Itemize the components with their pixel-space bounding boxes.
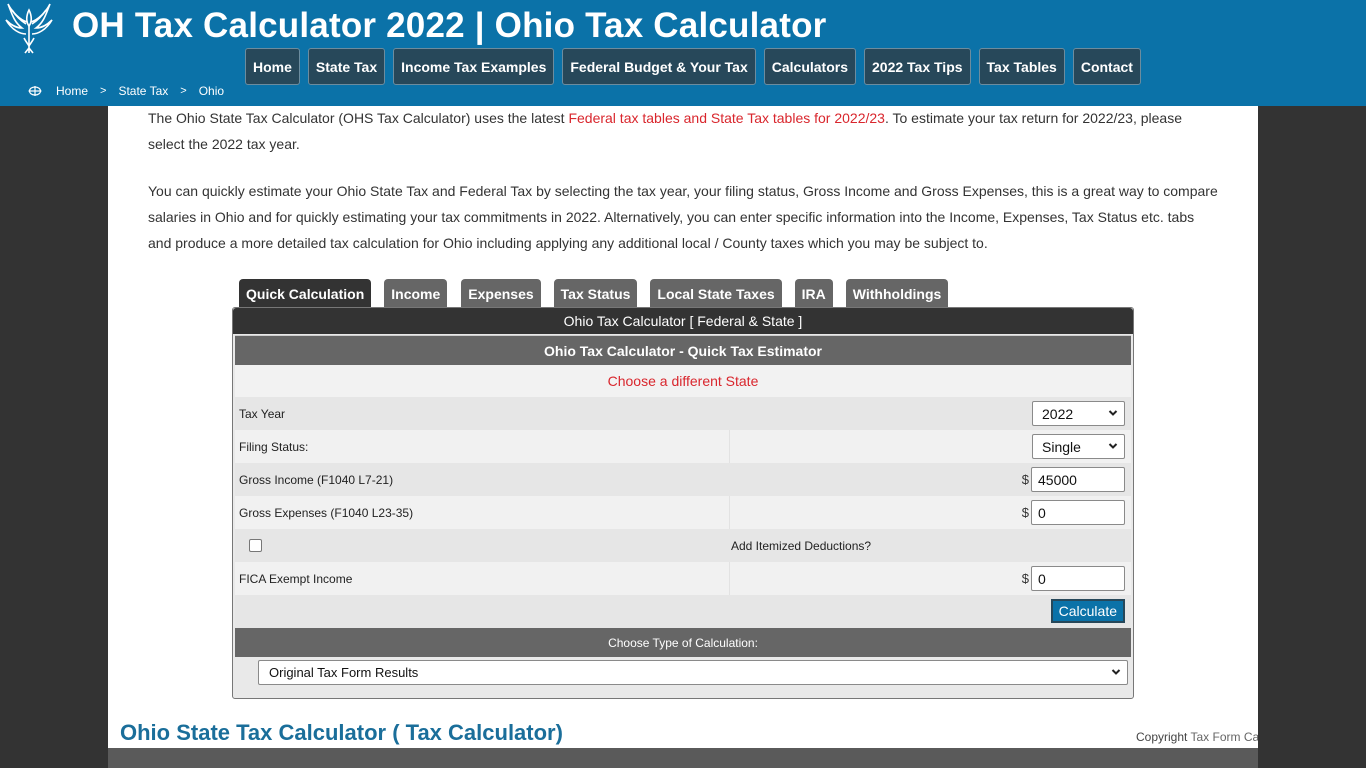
intro-paragraph-1: The Ohio State Tax Calculator (OHS Tax C… [148, 106, 1220, 157]
filing-status-select[interactable]: Single [1032, 434, 1125, 459]
filing-status-label: Filing Status: [239, 439, 309, 454]
tab-local-state-taxes[interactable]: Local State Taxes [650, 279, 782, 308]
calc-type-select[interactable]: Original Tax Form Results [258, 660, 1128, 685]
gross-expenses-label: Gross Expenses (F1040 L23-35) [239, 505, 414, 520]
itemized-deductions-checkbox[interactable] [249, 539, 262, 552]
estimator-heading: Ohio Tax Calculator - Quick Tax Estimato… [235, 335, 1131, 365]
nav-home[interactable]: Home [245, 48, 300, 85]
column-divider [729, 562, 730, 595]
intro-text: The Ohio State Tax Calculator (OHS Tax C… [148, 110, 569, 126]
gross-income-input[interactable] [1031, 467, 1125, 492]
calculator-panel: Ohio Tax Calculator [ Federal & State ] … [232, 307, 1134, 699]
footer-band [108, 748, 1258, 768]
copyright-link[interactable]: Tax Form Cal [1190, 730, 1258, 744]
tax-tables-link[interactable]: Federal tax tables and State Tax tables … [568, 110, 885, 126]
gross-income-label: Gross Income (F1040 L7-21) [239, 472, 394, 487]
choose-state-link[interactable]: Choose a different State [608, 373, 759, 389]
section-heading: Ohio State Tax Calculator ( Tax Calculat… [120, 720, 563, 745]
tax-year-label: Tax Year [239, 406, 286, 421]
tab-ira[interactable]: IRA [794, 279, 833, 308]
calculator-title: Ohio Tax Calculator [ Federal & State ] [233, 308, 1133, 334]
breadcrumb-state-tax[interactable]: State Tax [118, 84, 168, 98]
currency-symbol: $ [1021, 505, 1029, 520]
chevron-down-icon [1111, 669, 1121, 675]
tab-expenses[interactable]: Expenses [461, 279, 541, 308]
column-divider [729, 496, 730, 529]
copyright-text: Copyright Tax Form Cal [1136, 730, 1258, 744]
nav-tax-tables[interactable]: Tax Tables [978, 48, 1065, 85]
tax-year-row: Tax Year 2022 [235, 397, 1131, 430]
nav-tax-tips[interactable]: 2022 Tax Tips [864, 48, 971, 85]
breadcrumb-separator: > [100, 85, 107, 97]
calculate-row: Calculate [235, 595, 1131, 628]
globe-icon [28, 86, 42, 96]
calc-type-value: Original Tax Form Results [269, 665, 419, 680]
fica-exempt-label: FICA Exempt Income [239, 571, 353, 586]
itemized-deductions-row: Add Itemized Deductions? [235, 529, 1131, 562]
main-nav: Home State Tax Income Tax Examples Feder… [245, 48, 1141, 85]
tax-year-select[interactable]: 2022 [1032, 401, 1125, 426]
tab-tax-status[interactable]: Tax Status [553, 279, 638, 308]
nav-state-tax[interactable]: State Tax [307, 48, 386, 85]
nav-income-tax-examples[interactable]: Income Tax Examples [393, 48, 555, 85]
site-title: OH Tax Calculator 2022 | Ohio Tax Calcul… [72, 6, 827, 45]
currency-symbol: $ [1021, 571, 1029, 586]
gross-expenses-input[interactable] [1031, 500, 1125, 525]
calculator-form: Ohio Tax Calculator - Quick Tax Estimato… [235, 335, 1131, 699]
tax-year-value: 2022 [1042, 405, 1074, 422]
breadcrumb: Home > State Tax > Ohio [28, 84, 224, 98]
copyright-prefix: Copyright [1136, 730, 1191, 744]
itemized-deductions-label: Add Itemized Deductions? [731, 538, 872, 553]
tab-income[interactable]: Income [384, 279, 448, 308]
state-link-row: Choose a different State [235, 365, 1131, 397]
calc-type-row: Original Tax Form Results [235, 657, 1131, 699]
breadcrumb-home[interactable]: Home [56, 84, 88, 98]
breadcrumb-separator: > [180, 85, 187, 97]
chevron-down-icon [1108, 443, 1118, 449]
phoenix-logo-icon[interactable] [2, 2, 56, 54]
calc-type-heading: Choose Type of Calculation: [235, 628, 1131, 657]
column-divider [729, 430, 730, 463]
intro-paragraph-2: You can quickly estimate your Ohio State… [148, 183, 1218, 251]
calculate-button[interactable]: Calculate [1050, 599, 1125, 623]
fica-exempt-row: FICA Exempt Income $ [235, 562, 1131, 595]
tab-withholdings[interactable]: Withholdings [845, 279, 949, 308]
main-content: The Ohio State Tax Calculator (OHS Tax C… [108, 106, 1258, 748]
nav-federal-budget[interactable]: Federal Budget & Your Tax [562, 48, 756, 85]
gross-expenses-row: Gross Expenses (F1040 L23-35) $ [235, 496, 1131, 529]
gross-income-row: Gross Income (F1040 L7-21) $ [235, 463, 1131, 496]
tab-quick-calculation[interactable]: Quick Calculation [239, 279, 372, 308]
nav-contact[interactable]: Contact [1072, 48, 1141, 85]
currency-symbol: $ [1021, 472, 1029, 487]
fica-exempt-input[interactable] [1031, 566, 1125, 591]
breadcrumb-ohio[interactable]: Ohio [199, 84, 224, 98]
filing-status-value: Single [1042, 438, 1081, 455]
site-header: OH Tax Calculator 2022 | Ohio Tax Calcul… [0, 0, 1366, 106]
calculator-tabs: Quick Calculation Income Expenses Tax St… [239, 279, 961, 308]
filing-status-row: Filing Status: Single [235, 430, 1131, 463]
chevron-down-icon [1108, 410, 1118, 416]
nav-calculators[interactable]: Calculators [763, 48, 856, 85]
